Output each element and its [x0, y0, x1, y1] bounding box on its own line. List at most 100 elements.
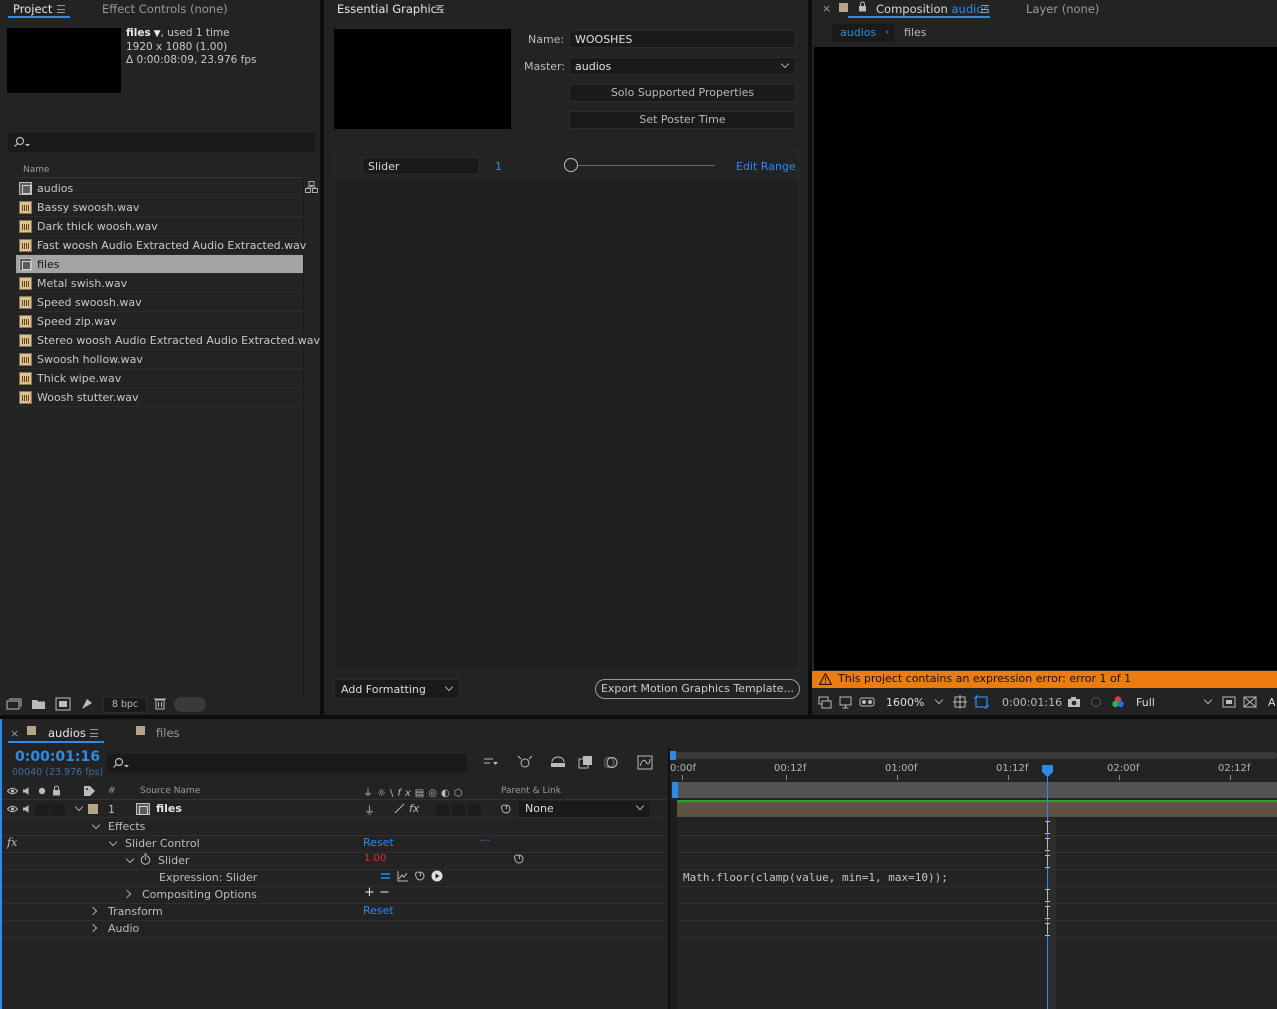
stopwatch-icon[interactable]: [140, 853, 151, 865]
expression-graph-icon[interactable]: [397, 870, 409, 882]
lock-icon[interactable]: [858, 1, 867, 12]
fx-switch-icon[interactable]: fx: [397, 788, 414, 799]
project-list-item[interactable]: audios: [16, 179, 303, 198]
zoom-select[interactable]: 1600%: [886, 696, 924, 709]
slider-control-reset-link[interactable]: Reset: [363, 836, 394, 849]
new-folder-icon[interactable]: [31, 698, 46, 710]
slider-pickwhip-icon[interactable]: [513, 853, 525, 865]
project-list-item[interactable]: Speed zip.wav: [16, 312, 303, 331]
shy-layers-icon[interactable]: [550, 756, 566, 769]
essential-graphics-menu-icon[interactable]: [436, 5, 444, 13]
color-channels-icon[interactable]: [1111, 695, 1125, 709]
work-area-bar[interactable]: [676, 782, 1277, 798]
pickwhip-icon[interactable]: [500, 803, 512, 815]
project-list-item[interactable]: Woosh stutter.wav: [16, 388, 303, 407]
keyframe-ibeam-icon[interactable]: [1045, 923, 1050, 936]
source-name-column-header[interactable]: Source Name: [140, 786, 200, 796]
layer-eye-icon[interactable]: [7, 805, 18, 813]
monitor-icon[interactable]: [839, 696, 852, 709]
motion-blur-switch-icon[interactable]: ◎: [428, 788, 441, 799]
project-list-item[interactable]: Bassy swoosh.wav: [16, 198, 303, 217]
trash-icon[interactable]: [154, 697, 166, 710]
project-list-item[interactable]: Swoosh hollow.wav: [16, 350, 303, 369]
keyframe-ibeam-icon[interactable]: [1045, 821, 1050, 834]
close-icon[interactable]: ×: [822, 2, 831, 15]
name-field[interactable]: WOOSHES: [569, 30, 796, 48]
add-remove-mask-buttons[interactable]: + −: [364, 885, 390, 900]
adjust-project-icon[interactable]: [80, 697, 94, 711]
tab-layer[interactable]: Layer (none): [1026, 2, 1099, 16]
always-preview-icon[interactable]: [818, 696, 832, 709]
master-select[interactable]: audios: [569, 57, 796, 75]
slider-name-field[interactable]: Slider: [362, 157, 479, 175]
comp-flowchart-icon[interactable]: [483, 756, 499, 770]
fx-icon[interactable]: fx: [7, 836, 17, 849]
keyframe-ibeam-icon[interactable]: [1045, 906, 1050, 919]
breadcrumb-files[interactable]: files: [904, 26, 926, 39]
expression-pickwhip-icon[interactable]: [414, 870, 426, 882]
flowchart-icon[interactable]: [305, 181, 318, 193]
transform-reset-link[interactable]: Reset: [363, 904, 394, 917]
tab-timeline-files[interactable]: files: [156, 726, 180, 740]
viewer-timecode[interactable]: 0:00:01:16: [1002, 696, 1062, 709]
composition-viewer[interactable]: [814, 47, 1277, 670]
frame-blending-icon[interactable]: [578, 755, 593, 770]
slider-property-value[interactable]: 1.00: [364, 853, 386, 864]
slider-control-dots[interactable]: ....: [479, 834, 490, 844]
camera-icon[interactable]: [1067, 696, 1081, 708]
layer-speaker-icon[interactable]: [22, 804, 32, 814]
lock-icon[interactable]: [52, 785, 61, 796]
expression-code[interactable]: Math.floor(clamp(value, min=1, max=10));: [683, 871, 948, 884]
thumbnail-size-slider[interactable]: [174, 697, 206, 712]
essential-graphics-title[interactable]: Essential Graphics: [337, 2, 443, 16]
bpc-button[interactable]: 8 bpc: [103, 697, 147, 713]
project-list-item[interactable]: Thick wipe.wav: [16, 369, 303, 388]
timeline-menu-icon[interactable]: [90, 729, 98, 737]
expression-enable-icon[interactable]: [380, 872, 391, 881]
keyframe-ibeam-icon[interactable]: [1045, 838, 1050, 851]
export-motion-graphics-template-button[interactable]: Export Motion Graphics Template...: [595, 679, 800, 699]
project-list-item[interactable]: Speed swoosh.wav: [16, 293, 303, 312]
resolution-select[interactable]: Full: [1132, 694, 1214, 711]
draft-3d-icon[interactable]: [516, 754, 534, 770]
parent-link-column-header[interactable]: Parent & Link: [501, 786, 561, 796]
adjustment-switch-icon[interactable]: ◐: [441, 788, 454, 799]
expression-language-menu-icon[interactable]: [431, 870, 443, 882]
layer-shy-switch[interactable]: ⏚: [364, 802, 375, 818]
keyframe-ibeam-icon[interactable]: [1045, 855, 1050, 868]
layer-quality-switch[interactable]: [394, 803, 405, 814]
layer-label-color[interactable]: [88, 804, 98, 814]
expression-error-bar[interactable]: This project contains an expression erro…: [812, 671, 1277, 688]
timeline-timecode[interactable]: 0:00:01:16: [15, 749, 100, 765]
interpret-footage-icon[interactable]: [6, 698, 22, 711]
solo-supported-properties-button[interactable]: Solo Supported Properties: [569, 84, 796, 102]
tab-effect-controls[interactable]: Effect Controls (none): [102, 2, 228, 16]
time-navigator-start-handle[interactable]: [670, 751, 676, 760]
column-name-header[interactable]: Name: [23, 165, 50, 175]
label-tag-icon[interactable]: [83, 785, 96, 797]
toggle-transparency-icon[interactable]: [1243, 696, 1257, 708]
speaker-icon[interactable]: [22, 786, 32, 796]
region-of-interest-icon[interactable]: [953, 695, 967, 709]
slider-value[interactable]: 1: [495, 160, 502, 173]
show-snapshot-icon[interactable]: [1089, 696, 1103, 708]
vr-goggles-icon[interactable]: [859, 697, 875, 708]
project-list-item[interactable]: Metal swish.wav: [16, 274, 303, 293]
breadcrumb-audios[interactable]: audios: [840, 26, 876, 39]
frame-blend-switch-icon[interactable]: ▤: [415, 788, 428, 799]
timeline-search-input[interactable]: [107, 754, 467, 773]
time-navigator-bar[interactable]: [673, 752, 1277, 759]
solo-icon[interactable]: [38, 787, 46, 795]
graph-editor-icon[interactable]: [637, 755, 653, 770]
layer-name[interactable]: files: [156, 802, 182, 815]
project-list-item[interactable]: Fast woosh Audio Extracted Audio Extract…: [16, 236, 306, 255]
tab-project[interactable]: Project: [13, 2, 52, 16]
set-poster-time-button[interactable]: Set Poster Time: [569, 111, 796, 129]
project-menu-icon[interactable]: [57, 5, 65, 13]
close-icon[interactable]: ×: [10, 727, 19, 740]
new-composition-icon[interactable]: [55, 697, 71, 711]
playhead-handle[interactable]: [1042, 765, 1053, 778]
slider-track[interactable]: [569, 165, 715, 166]
layer-lock-box[interactable]: [51, 803, 65, 816]
slider-knob[interactable]: [564, 158, 578, 172]
